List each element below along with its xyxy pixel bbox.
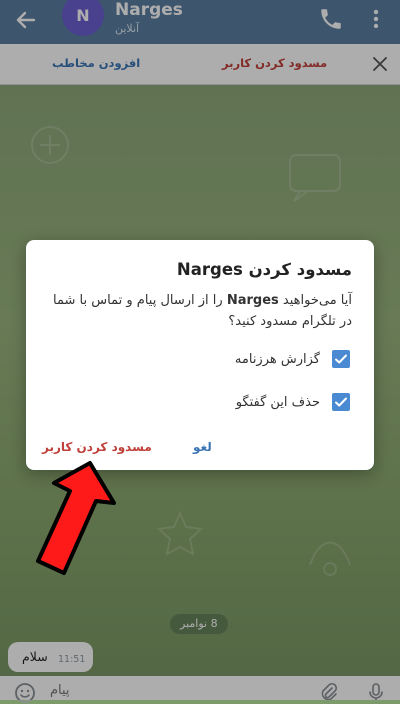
red-arrow-annotation [36,461,116,575]
checkmark-icon [335,397,347,407]
dialog-message: آیا می‌خواهید Narges را از ارسال پیام و … [42,290,352,332]
report-spam-option[interactable]: گزارش هرزنامه [235,348,350,370]
report-spam-checkbox[interactable] [332,350,350,368]
cancel-button[interactable]: لغو [193,440,212,454]
delete-chat-option[interactable]: حذف این گفتگو [236,391,350,413]
dialog-message-name: Narges [226,293,279,308]
block-user-dialog: مسدود کردن Narges آیا می‌خواهید Narges ر… [26,240,374,470]
delete-chat-label: حذف این گفتگو [235,394,320,410]
report-spam-label: گزارش هرزنامه [234,351,320,367]
dialog-message-before: آیا می‌خواهید [278,293,352,308]
delete-chat-checkbox[interactable] [332,393,350,411]
dialog-title: مسدود کردن Narges [176,260,352,279]
confirm-block-button[interactable]: مسدود کردن کاربر [42,440,152,454]
checkmark-icon [335,354,347,364]
